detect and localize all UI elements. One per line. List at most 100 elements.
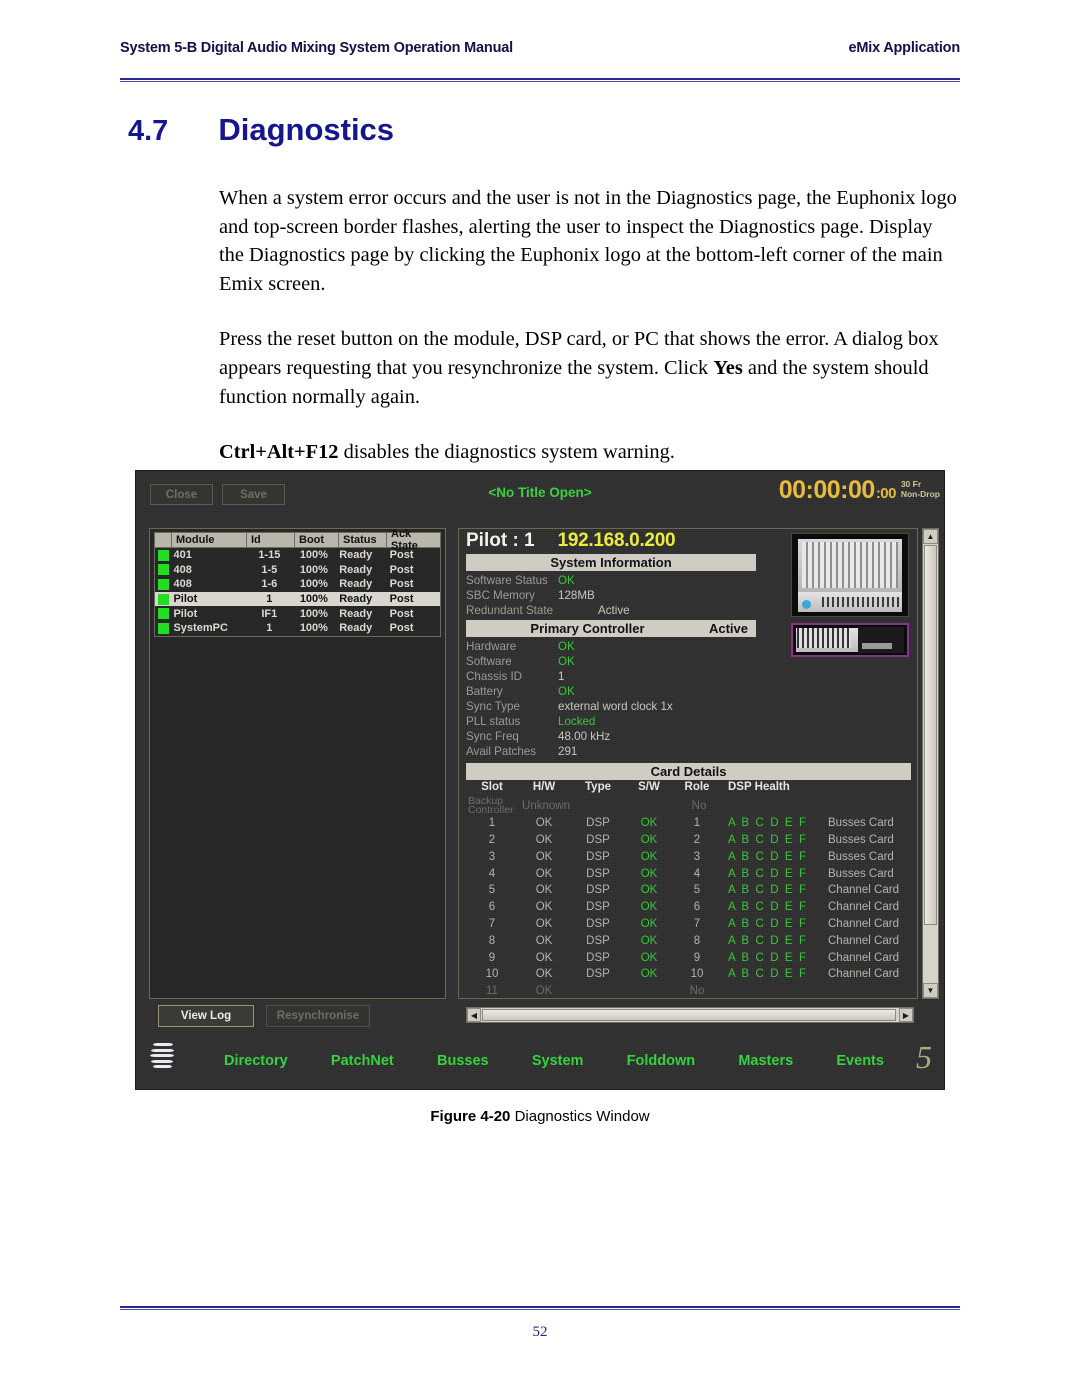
timecode-frames: :00 xyxy=(875,485,897,502)
card-cell-slot: 3 xyxy=(488,850,496,863)
card-cell-slot: 11 xyxy=(486,985,498,998)
card-details-row[interactable]: 6 OK DSP OK 6 A B C D E F Channel Card xyxy=(466,899,911,916)
card-details-row[interactable]: 11 OK No xyxy=(466,983,911,1000)
info-row: SBC Memory 128MB xyxy=(466,588,756,603)
controller-information-list: Hardware OK Software OK Chassis ID 1 Battery OK… xyxy=(466,639,756,759)
card-cell-slot: Backup Controller xyxy=(468,795,514,817)
module-table-row[interactable]: 408 1-6 100% Ready Post xyxy=(155,577,440,592)
resynchronise-button[interactable]: Resynchronise xyxy=(266,1005,370,1027)
module-col-indicator xyxy=(155,533,172,547)
card-details-row[interactable]: 2 OK DSP OK 2 A B C D E F Busses Card xyxy=(466,832,911,849)
module-col-id: Id xyxy=(247,533,295,547)
scroll-left-arrow-icon[interactable]: ◀ xyxy=(467,1008,481,1022)
info-value: external word clock 1x xyxy=(558,700,673,713)
card-cell-type: DSP xyxy=(586,884,610,897)
module-cell-id: 1-15 xyxy=(258,549,281,562)
vertical-scrollbar[interactable]: ▲ ▼ xyxy=(922,528,939,999)
card-cell-dsp-health: A B C D E F xyxy=(728,917,808,930)
scroll-up-arrow-icon[interactable]: ▲ xyxy=(923,529,938,544)
info-key: PLL status xyxy=(466,715,521,728)
view-log-button[interactable]: View Log xyxy=(158,1005,254,1027)
card-cell-name: Channel Card xyxy=(828,968,899,981)
rack-unit-photo-thumbnail[interactable] xyxy=(791,623,909,657)
card-cell-type: DSP xyxy=(586,951,610,964)
info-row: Redundant State Active xyxy=(466,603,756,618)
card-cell-dsp-health: A B C D E F xyxy=(728,951,808,964)
info-key: Sync Freq xyxy=(466,730,519,743)
primary-controller-header: Primary Controller Active xyxy=(466,620,756,637)
info-key: Redundant State xyxy=(466,604,554,617)
module-status-indicator xyxy=(155,608,171,620)
module-col-module: Module xyxy=(172,533,247,547)
module-table-body: 401 1-15 100% Ready Post 408 1-5 100% Ready Post 4… xyxy=(154,548,441,637)
page-header: System 5-B Digital Audio Mixing System O… xyxy=(120,40,960,56)
card-details-row[interactable]: 1 OK DSP OK 1 A B C D E F Busses Card xyxy=(466,815,911,832)
nav-item-events[interactable]: Events xyxy=(836,1053,884,1069)
timecode-rate: 30 Fr xyxy=(900,479,922,489)
card-cell-role: 10 xyxy=(690,968,704,981)
info-row: Battery OK xyxy=(466,684,756,699)
module-table-row[interactable]: Pilot 1 100% Ready Post xyxy=(155,591,440,607)
card-cell-dsp-health: A B C D E F xyxy=(728,817,808,830)
card-details-row-backup[interactable]: Backup Controller Unknown No xyxy=(466,795,911,817)
module-table-row[interactable]: Pilot IF1 100% Ready Post xyxy=(155,606,440,621)
nav-item-directory[interactable]: Directory xyxy=(224,1053,288,1069)
module-cell-ack: Post xyxy=(389,593,414,606)
nav-item-busses[interactable]: Busses xyxy=(437,1053,489,1069)
vertical-scrollbar-thumb[interactable] xyxy=(924,545,937,925)
nav-item-masters[interactable]: Masters xyxy=(738,1053,793,1069)
card-details-row[interactable]: 10 OK DSP OK 10 A B C D E F Channel Card xyxy=(466,966,911,983)
card-cell-role: No xyxy=(689,985,705,998)
module-cell-boot: 100% xyxy=(299,593,328,606)
horizontal-scrollbar-thumb[interactable] xyxy=(482,1009,896,1021)
card-details-row[interactable]: 3 OK DSP OK 3 A B C D E F Busses Card xyxy=(466,848,911,865)
card-cell-type: DSP xyxy=(586,968,610,981)
bottom-navigation-bar: Directory PatchNet Busses System Folddown Mas… xyxy=(136,1041,944,1081)
module-status-indicator xyxy=(155,564,171,576)
module-cell-boot: 100% xyxy=(299,578,328,591)
module-table-header: Module Id Boot Status Ack State xyxy=(154,528,441,552)
card-details-row[interactable]: 4 OK DSP OK 4 A B C D E F Busses Card xyxy=(466,865,911,882)
module-table-row[interactable]: 401 1-15 100% Ready Post xyxy=(155,548,440,563)
body-content: When a system error occurs and the user … xyxy=(219,184,961,494)
module-cell-status: Ready xyxy=(339,578,373,591)
timecode-mode: 30 Fr Non-Drop xyxy=(901,479,940,499)
chassis-photo-thumbnail[interactable] xyxy=(791,533,909,617)
module-cell-boot: 100% xyxy=(299,549,328,562)
info-key: Sync Type xyxy=(466,700,520,713)
card-col-dsp-health: DSP Health xyxy=(728,781,790,793)
euphonix-logo-icon[interactable] xyxy=(150,1043,176,1069)
page-title: 4.7 Diagnostics xyxy=(128,112,394,148)
nav-item-group: Directory PatchNet Busses System Folddown Mas… xyxy=(136,1053,944,1069)
card-cell-sw: OK xyxy=(640,917,658,930)
card-cell-dsp-health: A B C D E F xyxy=(728,901,808,914)
card-details-row[interactable]: 5 OK DSP OK 5 A B C D E F Channel Card xyxy=(466,882,911,899)
card-details-row[interactable]: 8 OK DSP OK 8 A B C D E F Channel Card xyxy=(466,932,911,949)
scroll-down-arrow-icon[interactable]: ▼ xyxy=(923,983,938,998)
module-table-row[interactable]: SystemPC 1 100% Ready Post xyxy=(155,621,440,636)
card-cell-type: DSP xyxy=(586,901,610,914)
scroll-right-arrow-icon[interactable]: ▶ xyxy=(899,1008,913,1022)
card-cell-hw: OK xyxy=(535,850,553,863)
card-cell-type: DSP xyxy=(586,850,610,863)
nav-item-patchnet[interactable]: PatchNet xyxy=(331,1053,394,1069)
card-details-row[interactable]: 9 OK DSP OK 9 A B C D E F Channel Card xyxy=(466,949,911,966)
card-details-row[interactable]: 7 OK DSP OK 7 A B C D E F Channel Card xyxy=(466,916,911,933)
card-cell-hw: Unknown xyxy=(522,800,570,813)
module-status-indicator xyxy=(155,549,171,561)
horizontal-scrollbar[interactable]: ◀ ▶ xyxy=(466,1007,914,1023)
module-cell-status: Ready xyxy=(339,607,373,620)
module-table-row[interactable]: 408 1-5 100% Ready Post xyxy=(155,563,440,578)
card-cell-role: 5 xyxy=(693,884,701,897)
card-cell-dsp-health: A B C D E F xyxy=(728,867,808,880)
info-row: Hardware OK xyxy=(466,639,756,654)
info-key: Hardware xyxy=(466,640,517,653)
card-cell-hw: OK xyxy=(535,968,553,981)
figure-caption: Figure 4-20 Diagnostics Window xyxy=(0,1108,1080,1125)
nav-item-folddown[interactable]: Folddown xyxy=(627,1053,695,1069)
card-cell-sw: OK xyxy=(640,968,658,981)
nav-item-system[interactable]: System xyxy=(532,1053,584,1069)
paragraph-2-bold-yes: Yes xyxy=(713,356,743,379)
module-cell-boot: 100% xyxy=(299,563,328,576)
card-details-columns: Slot H/W Type S/W Role DSP Health xyxy=(466,781,911,796)
